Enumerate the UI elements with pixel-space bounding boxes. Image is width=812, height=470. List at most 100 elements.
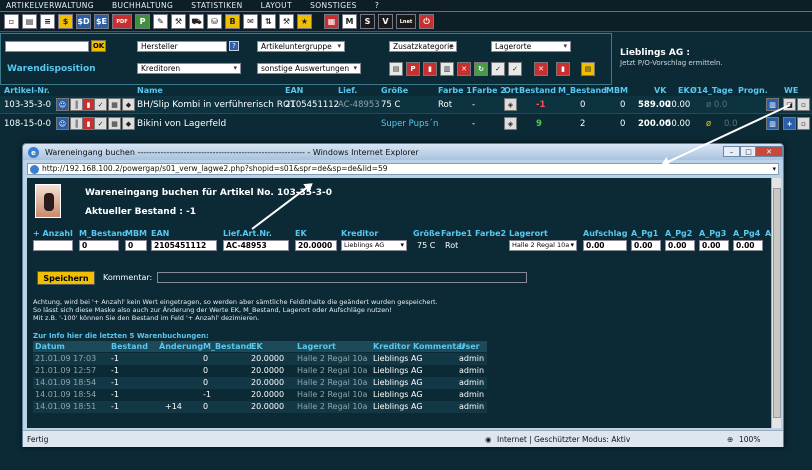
search-input[interactable] (5, 41, 89, 52)
cell-name[interactable]: Bikini von Lagerfeld (137, 119, 226, 129)
hammer-icon[interactable]: ⚒ (279, 14, 294, 29)
check-icon[interactable]: ✓ (94, 117, 107, 130)
col-ek[interactable]: EK (678, 86, 690, 95)
artikeluntergruppe-select[interactable]: Artikeluntergruppe (257, 41, 345, 52)
box-icon[interactable]: ▦ (108, 98, 121, 111)
lagerorte-select[interactable]: Lagerorte (491, 41, 571, 52)
apg1-input[interactable]: 0.00 (631, 240, 661, 251)
dollar-icon[interactable]: $ (58, 14, 73, 29)
delete-icon[interactable]: ✕ (457, 62, 471, 76)
col-progn[interactable]: Progn. (738, 86, 768, 95)
power-icon[interactable]: ⏻ (419, 14, 434, 29)
dollar-d-icon[interactable]: $D (76, 14, 91, 29)
tools-icon[interactable]: ⚒ (171, 14, 186, 29)
v-icon[interactable]: V (378, 14, 393, 29)
tag-icon[interactable]: ◆ (122, 117, 135, 130)
close-icon[interactable]: ✕ (755, 146, 783, 157)
refresh-icon[interactable]: ↻ (474, 62, 488, 76)
apg4-input[interactable]: 0.00 (733, 240, 763, 251)
s-icon[interactable]: S (360, 14, 375, 29)
save-icon[interactable]: ▤ (22, 14, 37, 29)
mail-icon[interactable]: ✉ (243, 14, 258, 29)
check2-icon[interactable]: ✓ (508, 62, 522, 76)
ok-button[interactable]: OK (91, 40, 106, 52)
new-icon[interactable]: ▫ (4, 14, 19, 29)
col-farbe2[interactable]: Farbe 2 (472, 86, 506, 95)
menu-artikelverwaltung[interactable]: ARTIKELVERWALTUNG (6, 1, 94, 10)
liefartnr-input[interactable]: AC-48953 (223, 240, 289, 251)
check-icon[interactable]: ✓ (94, 98, 107, 111)
p-icon[interactable]: P (135, 14, 150, 29)
col-groesse[interactable]: Größe (381, 86, 408, 95)
menu-statistiken[interactable]: STATISTIKEN (191, 1, 242, 10)
table-row[interactable]: 108-15-0-0 ☺ ║ ▮ ✓ ▦ ◆ Bikini von Lagerf… (0, 115, 812, 133)
lagerort-select[interactable]: Halle 2 Regal 10a (509, 240, 577, 251)
col-we[interactable]: WE (784, 86, 798, 95)
kommentar-input[interactable] (157, 272, 527, 283)
col-bestand[interactable]: Bestand (519, 86, 556, 95)
anzahl-input[interactable] (33, 240, 73, 251)
kreditor-select[interactable]: Lieblings AG (341, 240, 407, 251)
col-farbe1[interactable]: Farbe 1 (438, 86, 472, 95)
save-button[interactable]: Speichern (37, 271, 95, 285)
minimize-icon[interactable]: – (723, 146, 740, 157)
box-icon[interactable]: ▦ (108, 117, 121, 130)
col-artikelnr[interactable]: Artikel-Nr. (4, 86, 50, 95)
check-icon[interactable]: ✓ (491, 62, 505, 76)
dollar-e-icon[interactable]: $E (94, 14, 109, 29)
aufschlag-input[interactable]: 0.00 (583, 240, 627, 251)
location-icon[interactable]: ◈ (504, 98, 517, 111)
col-ort[interactable]: Ort (504, 86, 519, 95)
tag-icon[interactable]: ◆ (122, 98, 135, 111)
col-mbestand[interactable]: M_Bestand (558, 86, 607, 95)
menu-layout[interactable]: LAYOUT (261, 1, 292, 10)
stats-icon[interactable]: ▥ (766, 117, 779, 130)
address-dropdown-icon[interactable]: ▾ (772, 164, 776, 174)
ek-input[interactable]: 20.0000 (295, 240, 337, 251)
menu-help[interactable]: ? (375, 1, 379, 10)
col-vk[interactable]: VK (654, 86, 666, 95)
lieblings-sub[interactable]: Jetzt P/O-Vorschlag ermitteln. (620, 59, 723, 67)
table-row[interactable]: 103-35-3-0 ☺ ║ ▮ ✓ ▦ ◆ BH/Slip Kombi in … (0, 96, 812, 114)
location-icon[interactable]: ◈ (504, 117, 517, 130)
cell-name[interactable]: BH/Slip Kombi in verführerisch ROT (137, 100, 296, 110)
col-ean[interactable]: EAN (285, 86, 303, 95)
col-mbm[interactable]: MBM (606, 86, 628, 95)
col-avg14[interactable]: Ø14_Tage (690, 86, 733, 95)
ie-titlebar[interactable]: e Wareneingang buchen ------------------… (23, 144, 783, 160)
list-icon[interactable]: ▤ (389, 62, 403, 76)
lnet-icon[interactable]: Lnet (396, 14, 416, 29)
cancel-icon[interactable]: ✕ (534, 62, 548, 76)
list-icon[interactable]: ≡ (40, 14, 55, 29)
col-name[interactable]: Name (137, 86, 163, 95)
apg3-input[interactable]: 0.00 (699, 240, 729, 251)
sonstige-auswertungen-select[interactable]: sonstige Auswertungen (257, 63, 361, 74)
pdf-icon[interactable]: PDF (112, 14, 132, 29)
zoom-icon[interactable]: ⊕ (727, 435, 733, 444)
we2-icon[interactable]: ▫ (797, 98, 810, 111)
menu-sonstiges[interactable]: SONSTIGES (310, 1, 357, 10)
person-icon[interactable]: ☺ (56, 117, 69, 130)
scrollbar-thumb[interactable] (773, 188, 781, 418)
b-icon[interactable]: B (225, 14, 240, 29)
mbm-input[interactable]: 0 (125, 240, 147, 251)
trash-icon[interactable]: ▮ (556, 62, 570, 76)
person-icon[interactable]: ☺ (56, 98, 69, 111)
pen-icon[interactable]: ✎ (153, 14, 168, 29)
export-icon[interactable]: ▤ (581, 62, 595, 76)
we2-icon[interactable]: ▫ (797, 117, 810, 130)
we-plus-icon[interactable]: + (783, 117, 796, 130)
apg2-input[interactable]: 0.00 (665, 240, 695, 251)
zoom-level[interactable]: 100% (739, 435, 760, 444)
sort-icon[interactable]: ⇅ (261, 14, 276, 29)
vertical-scrollbar[interactable] (771, 178, 781, 428)
pictures-icon[interactable]: ▦ (324, 14, 339, 29)
mbestand-input[interactable]: 0 (79, 240, 119, 251)
doc-icon[interactable]: ▮ (423, 62, 437, 76)
zusatzkategorie-select[interactable]: Zusatzkategorie (389, 41, 457, 52)
pdf-icon[interactable]: P (406, 62, 420, 76)
truck-icon[interactable]: ⛟ (189, 14, 204, 29)
menu-buchhaltung[interactable]: BUCHHALTUNG (112, 1, 173, 10)
help-icon[interactable]: ? (229, 41, 239, 51)
ean-input[interactable]: 2105451112 (151, 240, 217, 251)
